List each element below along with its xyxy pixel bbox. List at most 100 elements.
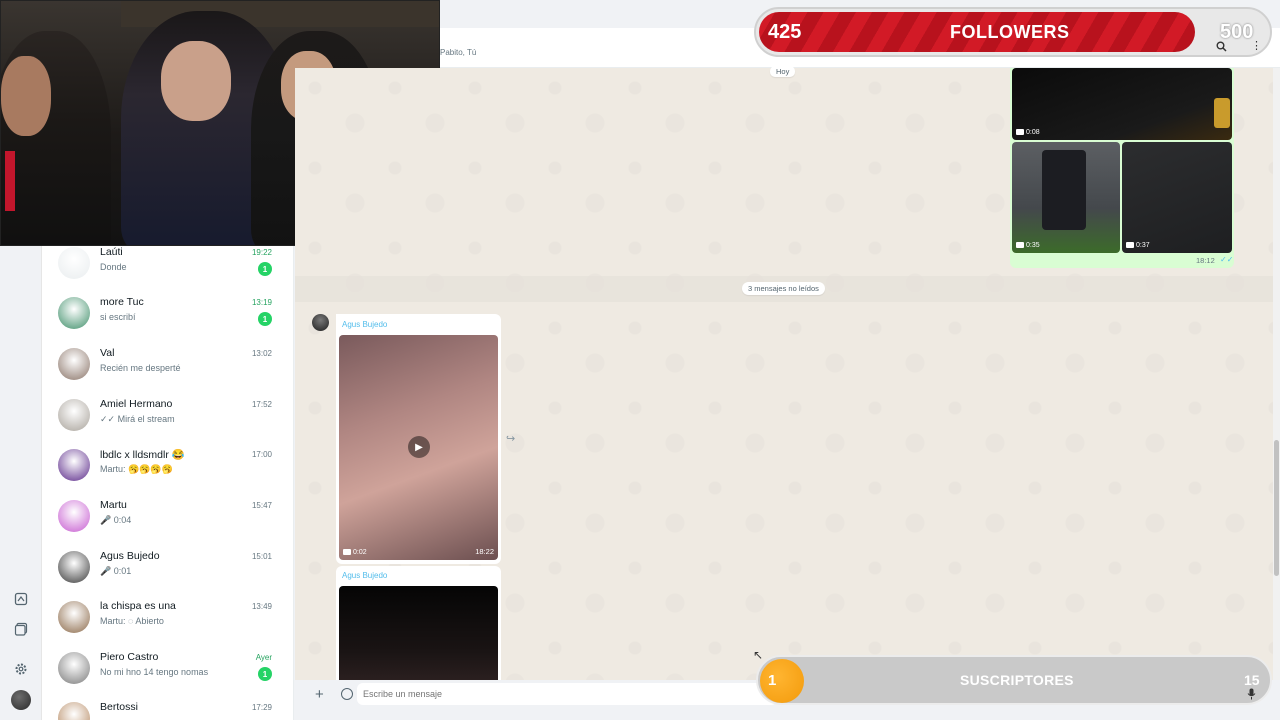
outgoing-video-1[interactable]: 0:08: [1012, 68, 1232, 140]
outgoing-video-3[interactable]: 0:37: [1122, 142, 1232, 253]
chat-preview: ✓✓ Mirá el stream: [100, 414, 175, 424]
emoji-icon[interactable]: [341, 688, 353, 700]
read-receipt-icon: ✓✓: [1220, 255, 1234, 264]
chat-list-item[interactable]: more Tuc si escribí 13:19 1: [42, 288, 293, 338]
sender-name[interactable]: Agus Bujedo: [342, 571, 387, 580]
chat-time: 13:02: [251, 349, 272, 358]
settings-gear-icon[interactable]: [12, 660, 30, 678]
webcam-face-left: [1, 56, 51, 136]
chat-name: Piero Castro: [100, 651, 159, 663]
subscribers-label: SUSCRIPTORES: [960, 672, 1074, 688]
contact-avatar: [58, 652, 90, 684]
message-input[interactable]: [357, 683, 777, 705]
chat-time: 17:29: [251, 703, 272, 712]
chat-time: Ayer: [255, 653, 272, 662]
subscribers-progress-fill: [760, 659, 804, 703]
chat-list: Laúti Donde 19:22 1 more Tuc si escribí 13:19 1…: [42, 246, 294, 720]
chat-time: 15:47: [251, 501, 272, 510]
chat-list-item[interactable]: Agus Bujedo 🎤 0:01 15:01: [42, 542, 293, 592]
contact-avatar: [58, 449, 90, 481]
chat-name: Val: [100, 347, 115, 359]
video-thumb-light: [1214, 98, 1230, 128]
video-camera-icon: [1016, 242, 1024, 248]
chat-preview: Donde: [100, 262, 127, 272]
subscribers-goal-count: 15: [1244, 672, 1260, 688]
contact-avatar: [58, 500, 90, 532]
media-library-icon[interactable]: [12, 620, 30, 638]
unread-divider: 3 mensajes no leídos: [742, 282, 825, 295]
chat-name: lbdlc x lldsmdlr 😂: [100, 449, 185, 461]
video-duration: 0:35: [1026, 242, 1040, 249]
video-duration: 0:37: [1136, 242, 1150, 249]
scrollbar-thumb[interactable]: [1274, 440, 1279, 576]
subscribers-current-count: 1: [768, 672, 777, 689]
contact-avatar: [58, 297, 90, 329]
chat-list-item[interactable]: Martu 🎤 0:04 15:47: [42, 491, 293, 541]
chat-time: 17:52: [251, 400, 272, 409]
chat-name: la chispa es una: [100, 600, 176, 612]
video-thumb-legs: [1042, 150, 1086, 230]
incoming-video-2[interactable]: [339, 586, 498, 680]
subscribers-goal-bar: 1 SUSCRIPTORES 15: [756, 655, 1272, 705]
contact-avatar: [58, 601, 90, 633]
followers-current-count: 425: [768, 21, 802, 43]
forward-icon[interactable]: ↪: [506, 432, 515, 445]
video-camera-icon: [1126, 242, 1134, 248]
webcam-light-strip: [5, 151, 15, 211]
contact-avatar: [58, 348, 90, 380]
video-duration: 0:08: [1026, 129, 1040, 136]
navigation-rail: [0, 246, 42, 720]
chat-list-item[interactable]: Piero Castro No mi hno 14 tengo nomas Ayer…: [42, 643, 293, 693]
chat-name: Laúti: [100, 246, 123, 258]
chat-preview: si escribí: [100, 312, 136, 322]
outgoing-message-time: 18:12: [1196, 256, 1215, 265]
chat-time: 13:49: [251, 602, 272, 611]
chat-name: Martu: [100, 499, 127, 511]
chat-preview: Martu: ◌ Abierto: [100, 616, 164, 626]
followers-label: FOLLOWERS: [950, 22, 1070, 42]
profile-avatar[interactable]: [11, 690, 31, 710]
chat-name: Amiel Hermano: [100, 398, 173, 410]
chat-list-item[interactable]: Amiel Hermano ✓✓ Mirá el stream 17:52: [42, 390, 293, 440]
unread-badge: 1: [258, 312, 272, 326]
attach-plus-icon[interactable]: +: [315, 686, 324, 703]
chat-time: 17:00: [251, 450, 272, 459]
chat-preview: No mi hno 14 tengo nomas: [100, 667, 209, 677]
chat-list-item[interactable]: lbdlc x lldsmdlr 😂 Martu: 🥱🥱🥱🥱 17:00: [42, 440, 293, 490]
unread-badge: 1: [258, 667, 272, 681]
incoming-message-time: 18:22: [475, 547, 494, 556]
chat-time: 15:01: [251, 552, 272, 561]
status-icon[interactable]: [12, 590, 30, 608]
incoming-video-1[interactable]: ▶ 0:02 18:22: [339, 335, 498, 560]
outgoing-video-2[interactable]: 0:35: [1012, 142, 1120, 253]
chat-list-item[interactable]: Bertossi 17:29: [42, 693, 293, 720]
webcam-face-center: [161, 41, 231, 121]
chat-time: 13:19: [251, 298, 272, 307]
mouse-cursor-icon: ↖: [753, 648, 764, 662]
chat-preview: Recién me desperté: [100, 363, 181, 373]
video-camera-icon: [1016, 129, 1024, 135]
conversation-scrollbar[interactable]: [1273, 68, 1280, 680]
chat-name: Bertossi: [100, 701, 138, 713]
sender-name[interactable]: Agus Bujedo: [342, 320, 387, 329]
chat-preview: 🎤 0:04: [100, 515, 132, 525]
search-icon[interactable]: [1216, 41, 1227, 55]
video-duration: 0:02: [353, 549, 367, 556]
unread-badge: 1: [258, 262, 272, 276]
chat-name: more Tuc: [100, 296, 144, 308]
chat-preview: 🎤 0:01: [100, 566, 132, 576]
sender-avatar[interactable]: [312, 314, 329, 331]
play-icon[interactable]: ▶: [408, 436, 430, 458]
chat-list-item[interactable]: la chispa es una Martu: ◌ Abierto 13:49: [42, 592, 293, 642]
incoming-media-bubble: Agus Bujedo ▶ 0:02 18:22: [336, 314, 501, 564]
incoming-media-bubble-2: Agus Bujedo: [336, 566, 501, 680]
contact-avatar: [58, 551, 90, 583]
contact-avatar: [58, 247, 90, 279]
chat-list-item[interactable]: Laúti Donde 19:22 1: [42, 246, 293, 288]
chat-name: Agus Bujedo: [100, 550, 160, 562]
followers-goal-bar: 425 FOLLOWERS 500: [754, 7, 1272, 57]
date-divider: Hoy: [770, 66, 796, 77]
menu-dots-icon[interactable]: ⋮: [1251, 39, 1262, 52]
chat-list-item[interactable]: Val Recién me desperté 13:02: [42, 339, 293, 389]
microphone-icon[interactable]: [1247, 688, 1256, 703]
